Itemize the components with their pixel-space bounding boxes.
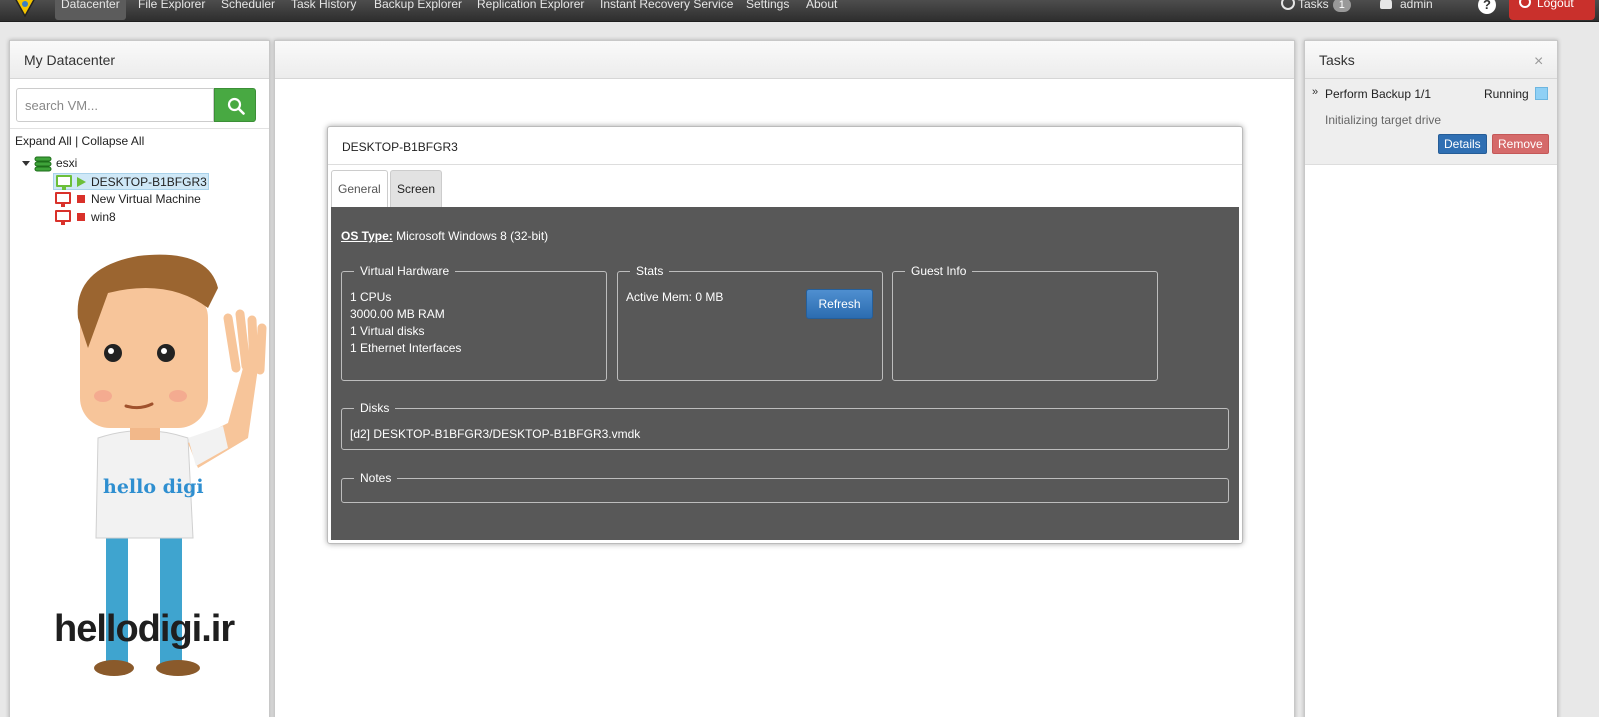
tasks-label: Tasks	[1298, 0, 1329, 11]
hardware-line: 3000.00 MB RAM	[350, 307, 445, 321]
tasks-indicator[interactable]: Tasks 1	[1281, 0, 1351, 20]
user-icon	[1380, 0, 1392, 9]
remove-button[interactable]: Remove	[1492, 134, 1549, 154]
disk-entry: [d2] DESKTOP-B1BFGR3/DESKTOP-B1BFGR3.vmd…	[350, 427, 641, 441]
user-menu[interactable]: admin	[1380, 0, 1433, 20]
watermark-shirt-text: hello digi	[103, 476, 204, 498]
expand-all-link[interactable]: Expand All	[15, 134, 72, 148]
nav-task-history[interactable]: Task History	[291, 0, 356, 20]
logo-icon[interactable]	[12, 0, 38, 18]
collapse-chevron-icon[interactable]: »	[1312, 86, 1318, 98]
search-icon	[227, 97, 245, 115]
disks-box: Disks [d2] DESKTOP-B1BFGR3/DESKTOP-B1BFG…	[341, 401, 1229, 450]
hardware-line: 1 CPUs	[350, 290, 392, 304]
vm-monitor-icon	[55, 192, 71, 207]
task-item: » Perform Backup 1/1 Running Initializin…	[1305, 79, 1557, 165]
tab-screen[interactable]: Screen	[390, 170, 443, 208]
tree-expand-arrow-icon[interactable]	[22, 161, 30, 166]
refresh-button[interactable]: Refresh	[806, 289, 873, 319]
tasks-count-badge: 1	[1332, 0, 1351, 12]
notes-box: Notes	[341, 471, 1229, 503]
tree-controls: Expand All | Collapse All	[15, 134, 144, 148]
vm-name: New Virtual Machine	[91, 192, 201, 206]
vm-name: win8	[91, 210, 116, 224]
user-name: admin	[1400, 0, 1433, 11]
guest-info-box: Guest Info	[892, 264, 1158, 381]
task-detail: Initializing target drive	[1325, 113, 1442, 127]
tasks-panel-title: Tasks	[1305, 41, 1557, 79]
help-icon[interactable]: ?	[1478, 0, 1496, 14]
vm-stopped-icon	[77, 195, 85, 203]
status-indicator-icon	[1535, 87, 1548, 100]
vm-monitor-icon	[56, 175, 72, 190]
details-button[interactable]: Details	[1438, 134, 1487, 154]
os-type-label: OS Type:	[341, 229, 393, 243]
vm-running-icon	[77, 177, 86, 187]
notes-legend: Notes	[354, 471, 398, 485]
tree-vm-item[interactable]: DESKTOP-B1BFGR3	[53, 173, 209, 190]
main-content-header	[275, 41, 1294, 79]
host-server-icon	[34, 156, 52, 172]
vm-stopped-icon	[77, 213, 85, 221]
vm-monitor-icon	[55, 210, 71, 225]
stats-legend: Stats	[630, 264, 670, 278]
os-type-line: OS Type: Microsoft Windows 8 (32-bit)	[341, 229, 548, 243]
os-type-value: Microsoft Windows 8 (32-bit)	[396, 229, 549, 243]
nav-scheduler[interactable]: Scheduler	[221, 0, 275, 20]
tree-controls-separator: |	[75, 134, 79, 148]
vm-name: DESKTOP-B1BFGR3	[91, 175, 207, 189]
virtual-hardware-box: Virtual Hardware 1 CPUs 3000.00 MB RAM 1…	[341, 264, 607, 381]
search-button[interactable]	[214, 88, 256, 122]
collapse-all-link[interactable]: Collapse All	[82, 134, 145, 148]
task-status: Running	[1484, 87, 1529, 101]
virtual-hardware-legend: Virtual Hardware	[354, 264, 456, 278]
hardware-line: 1 Virtual disks	[350, 324, 425, 338]
power-icon	[1519, 0, 1531, 8]
logout-label: Logout	[1537, 0, 1574, 10]
vm-details-window: DESKTOP-B1BFGR3 General Screen OS Type: …	[327, 126, 1243, 544]
nav-datacenter[interactable]: Datacenter	[55, 0, 126, 20]
vm-general-content: OS Type: Microsoft Windows 8 (32-bit) Vi…	[331, 207, 1239, 540]
logout-button[interactable]: Logout	[1509, 0, 1595, 20]
nav-backup-explorer[interactable]: Backup Explorer	[374, 0, 462, 20]
nav-about[interactable]: About	[806, 0, 837, 20]
vm-search	[16, 88, 256, 122]
nav-settings[interactable]: Settings	[746, 0, 789, 20]
close-icon[interactable]: ×	[1534, 53, 1543, 71]
watermark-site-text: hellodigi.ir	[54, 608, 235, 650]
nav-replication-explorer[interactable]: Replication Explorer	[477, 0, 584, 20]
tasks-icon	[1281, 0, 1295, 10]
top-navbar: Datacenter File Explorer Scheduler Task …	[0, 0, 1599, 22]
hardware-line: 1 Ethernet Interfaces	[350, 341, 462, 355]
guest-info-legend: Guest Info	[905, 264, 973, 278]
tab-general[interactable]: General	[331, 170, 388, 208]
disks-legend: Disks	[354, 401, 396, 415]
divider	[10, 128, 269, 129]
search-input[interactable]	[16, 88, 214, 122]
host-name: esxi	[56, 156, 78, 170]
vm-window-title: DESKTOP-B1BFGR3	[328, 127, 1242, 165]
stats-box: Stats Active Mem: 0 MB Refresh	[617, 264, 883, 381]
datacenter-panel-title: My Datacenter	[10, 41, 269, 79]
tasks-panel: Tasks × » Perform Backup 1/1 Running Ini…	[1304, 40, 1558, 717]
active-mem: Active Mem: 0 MB	[626, 290, 724, 304]
task-name: Perform Backup 1/1	[1325, 87, 1432, 101]
nav-file-explorer[interactable]: File Explorer	[138, 0, 205, 20]
nav-instant-recovery[interactable]: Instant Recovery Service	[600, 0, 733, 20]
